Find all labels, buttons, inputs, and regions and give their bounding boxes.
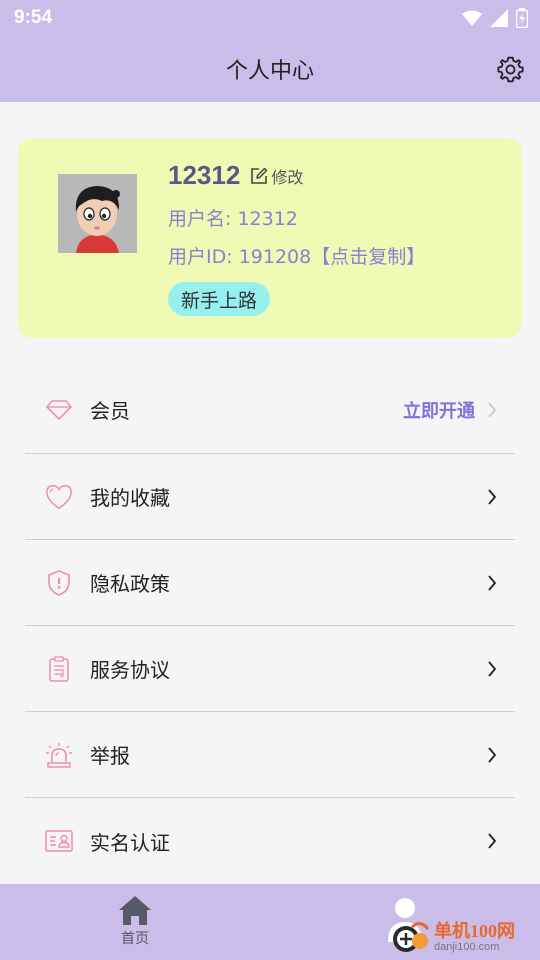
nickname: 12312 [168, 160, 241, 190]
edit-label: 修改 [271, 167, 304, 187]
menu-label-realname: 实名认证 [90, 830, 170, 855]
menu-label-report: 举报 [90, 744, 130, 768]
watermark-text: 单机100网 danji100.com [434, 922, 515, 953]
alarm-icon [45, 741, 73, 769]
watermark-cn: 单机100网 [434, 920, 515, 941]
vip-action-label: 立即开通 [403, 400, 475, 422]
watermark: 单机100网 danji100.com [390, 914, 540, 960]
menu-label-vip: 会员 [90, 399, 130, 423]
signal-icon [490, 9, 508, 27]
watermark-logo [390, 917, 430, 957]
app-header: 个人中心 [0, 36, 540, 102]
menu-label-agreement: 服务协议 [90, 658, 170, 682]
document-icon [45, 655, 73, 683]
menu-item-favorites[interactable]: 我的收藏 [25, 454, 515, 540]
shield-icon [45, 569, 73, 597]
avatar-image [58, 174, 137, 253]
chevron-right-icon [487, 488, 497, 505]
battery-icon [516, 8, 528, 28]
chevron-right-icon [487, 660, 497, 677]
status-bar: 9:54 [0, 0, 540, 36]
avatar[interactable] [58, 174, 137, 253]
edit-icon [251, 167, 268, 184]
level-badge: 新手上路 [168, 282, 271, 316]
profile-card: 12312 修改 用户名: 12312 用户ID: 191208【点击复制】 新… [18, 138, 522, 338]
menu-list: 会员 立即开通 我的收藏 隐私政策 服务协议 举报 实名认证 [25, 366, 515, 884]
menu-label-privacy: 隐私政策 [90, 572, 170, 596]
chevron-right-icon [487, 833, 497, 849]
tab-home-label: 首页 [121, 931, 149, 947]
vip-action[interactable]: 立即开通 [403, 397, 497, 423]
menu-item-agreement[interactable]: 服务协议 [25, 626, 515, 712]
tab-home[interactable]: 首页 [108, 894, 162, 948]
chevron-right-icon [487, 746, 497, 763]
bottom-tab-bar: 首页 单机100网 danji100.com [0, 884, 540, 960]
diamond-icon [45, 396, 73, 424]
wifi-icon [462, 10, 482, 26]
edit-profile-button[interactable]: 修改 [250, 164, 303, 188]
heart-icon [45, 483, 73, 511]
id-card-icon [45, 827, 73, 855]
watermark-en: danji100.com [434, 940, 500, 953]
menu-item-realname[interactable]: 实名认证 [25, 798, 515, 884]
home-icon [119, 896, 151, 925]
username-text: 用户名: 12312 [168, 208, 298, 230]
nickname-row: 12312 修改 [168, 160, 303, 191]
menu-item-report[interactable]: 举报 [25, 712, 515, 798]
chevron-right-icon [488, 401, 497, 418]
menu-label-favorites: 我的收藏 [90, 486, 170, 510]
gear-icon [496, 56, 524, 82]
menu-item-privacy[interactable]: 隐私政策 [25, 540, 515, 626]
chevron-right-icon [487, 574, 497, 591]
userid-copy[interactable]: 用户ID: 191208【点击复制】 [168, 242, 425, 269]
page-title: 个人中心 [225, 59, 314, 84]
settings-button[interactable] [496, 55, 524, 83]
status-icons [462, 8, 528, 28]
status-time: 9:54 [14, 7, 53, 28]
menu-item-vip[interactable]: 会员 立即开通 [25, 366, 515, 454]
